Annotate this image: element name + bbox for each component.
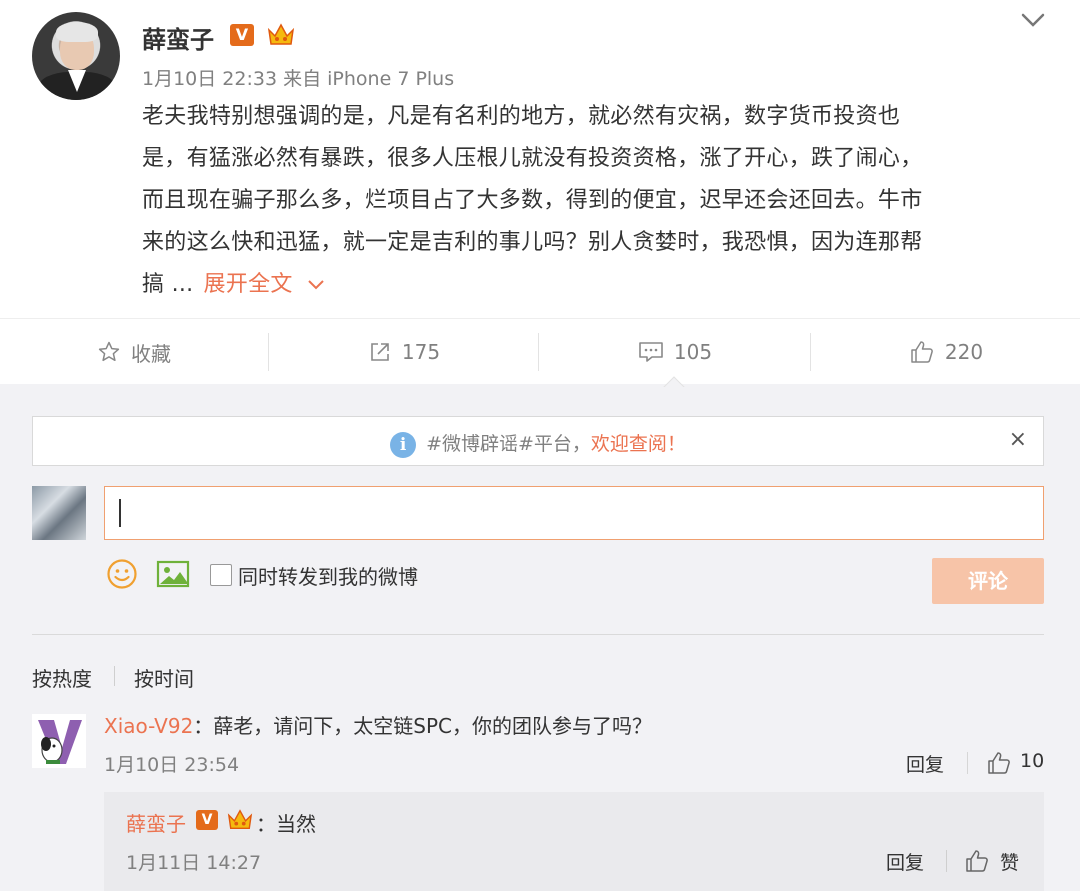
repost-checkbox-label[interactable]: 同时转发到我的微博 <box>238 561 418 590</box>
thumbs-up-icon[interactable] <box>986 750 1012 776</box>
divider <box>32 634 1044 635</box>
repost-count: 175 <box>401 340 441 364</box>
thumbs-up-icon <box>911 341 933 363</box>
like-button[interactable]: 220 <box>812 319 1080 385</box>
my-avatar[interactable] <box>32 486 86 540</box>
notice-link[interactable]: 欢迎查阅！ <box>591 433 686 455</box>
repost-checkbox[interactable] <box>210 564 232 586</box>
comment-pointer-caret <box>663 376 685 388</box>
comment-icon <box>639 342 663 362</box>
thumbs-up-icon[interactable] <box>964 848 990 874</box>
submit-comment-button[interactable]: 评论 <box>932 558 1044 604</box>
like-count: 220 <box>944 340 984 364</box>
divider <box>268 333 269 371</box>
content-truncated: 搞 ... <box>142 272 194 297</box>
sort-by-hot-tab[interactable]: 按热度 <box>32 663 92 692</box>
reply-button[interactable]: 回复 <box>886 848 924 875</box>
like-label[interactable]: 赞 <box>1000 848 1019 875</box>
divider <box>114 666 115 686</box>
favorite-label: 收藏 <box>131 341 171 366</box>
post-content: 老夫我特别想强调的是，凡是有名利的地方，就必然有灾祸，数字货币投资也 是，有猛涨… <box>142 96 1042 306</box>
commenter-name[interactable]: Xiao-V92 <box>104 714 193 738</box>
expand-chevron-icon <box>307 280 324 290</box>
divider <box>967 752 968 774</box>
crown-icon <box>267 23 295 45</box>
sort-by-time-tab[interactable]: 按时间 <box>134 663 194 692</box>
nested-reply: 薛蛮子 V ：当然 1月11日 14:27 回复 赞 <box>104 792 1044 891</box>
emoji-icon[interactable] <box>106 558 138 590</box>
crown-icon <box>227 809 253 829</box>
chevron-down-icon[interactable] <box>1020 10 1046 30</box>
verified-v-icon: V <box>230 24 254 46</box>
comment-time: 1月10日 23:54 <box>104 754 240 776</box>
content-line-last: 搞 ... 展开全文 <box>142 264 1042 306</box>
content-line: 是，有猛涨必然有暴跌，很多人压根儿就没有投资资格，涨了开心，跌了闹心， <box>142 146 923 171</box>
content-line: 来的这么快和迅猛，就一定是吉利的事儿吗？别人贪婪时，我恐惧，因为连那帮 <box>142 230 923 255</box>
comment-body: ：薛老，请问下，太空链SPC，你的团队参与了吗？ <box>193 714 653 738</box>
reply-author-name[interactable]: 薛蛮子 <box>126 808 186 837</box>
author-name[interactable]: 薛蛮子 <box>142 20 214 55</box>
comment-count: 105 <box>673 340 713 364</box>
reply-body: ：当然 <box>256 812 316 836</box>
comment-input[interactable] <box>104 486 1044 540</box>
comment-like-count: 10 <box>1020 750 1045 772</box>
content-line: 而且现在骗子那么多，烂项目占了大多数，得到的便宜，迟早还会还回去。牛市 <box>142 188 923 213</box>
favorite-button[interactable]: 收藏 <box>0 319 268 385</box>
info-icon: i <box>390 431 417 458</box>
author-avatar[interactable] <box>32 12 120 100</box>
repost-button[interactable]: 175 <box>270 319 538 385</box>
divider <box>946 850 947 872</box>
reply-time: 1月11日 14:27 <box>126 852 262 874</box>
share-icon <box>371 343 389 361</box>
notice-tag-text[interactable]: #微博辟谣#平台， <box>426 433 591 455</box>
action-bar: 收藏 175 105 220 <box>0 318 1080 384</box>
content-line: 老夫我特别想强调的是，凡是有名利的地方，就必然有灾祸，数字货币投资也 <box>142 104 901 129</box>
expand-label: 展开全文 <box>203 272 293 297</box>
image-icon[interactable] <box>156 560 190 588</box>
commenter-avatar[interactable] <box>32 714 86 768</box>
weibo-post: 薛蛮子 V 1月10日 22:33 来自 iPhone 7 Plus 老夫我特别… <box>0 0 1080 318</box>
verified-v-icon: V <box>196 810 218 830</box>
divider <box>810 333 811 371</box>
close-icon[interactable]: × <box>1009 427 1027 452</box>
reply-button[interactable]: 回复 <box>906 750 944 777</box>
expand-full-text-link[interactable]: 展开全文 <box>203 272 324 297</box>
comment-text: Xiao-V92：薛老，请问下，太空链SPC，你的团队参与了吗？ <box>104 710 652 739</box>
star-icon <box>98 341 120 362</box>
rumor-notice-banner: i #微博辟谣#平台，欢迎查阅！ × <box>32 416 1044 466</box>
post-meta: 1月10日 22:33 来自 iPhone 7 Plus <box>142 68 455 90</box>
divider <box>538 333 539 371</box>
text-caret <box>119 499 121 527</box>
